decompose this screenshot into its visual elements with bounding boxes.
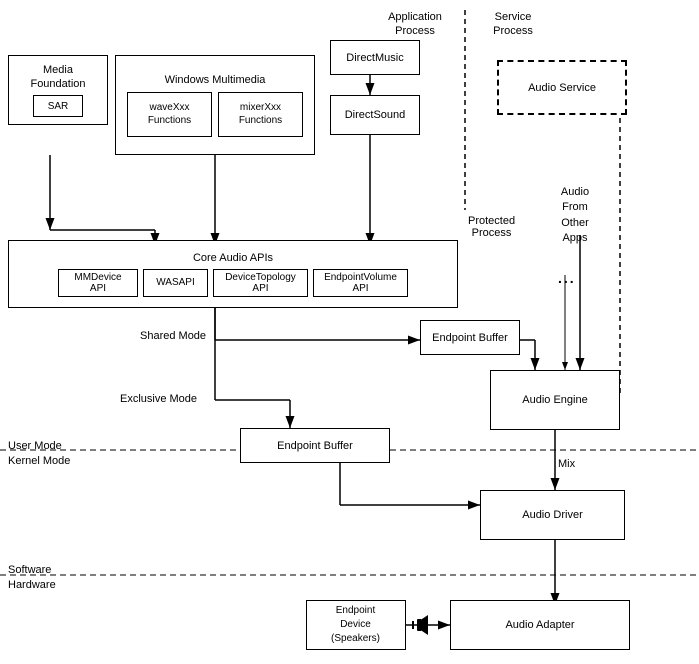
mixerxxx-box: mixerXxxFunctions	[218, 92, 303, 137]
service-process-label: ServiceProcess	[468, 10, 558, 39]
windows-multimedia-box: Windows Multimedia waveXxxFunctions mixe…	[115, 55, 315, 155]
endpoint-volume-box: EndpointVolumeAPI	[313, 269, 408, 297]
device-topology-box: DeviceTopologyAPI	[213, 269, 308, 297]
endpoint-device-area: EndpointDevice(Speakers)	[300, 600, 435, 650]
media-foundation-box: MediaFoundation SAR	[8, 55, 108, 125]
mix-label: Mix	[558, 458, 575, 470]
software-label: Software	[8, 564, 51, 576]
exclusive-mode-label: Exclusive Mode	[120, 393, 197, 405]
kernel-mode-label: Kernel Mode	[8, 455, 70, 467]
hardware-label: Hardware	[8, 579, 56, 591]
endpoint-device-box: EndpointDevice(Speakers)	[306, 600, 406, 650]
sar-box: SAR	[33, 95, 83, 117]
wasapi-box: WASAPI	[143, 269, 208, 297]
user-mode-label: User Mode	[8, 440, 62, 452]
audio-engine-box: Audio Engine	[490, 370, 620, 430]
core-audio-apis-box: Core Audio APIs MMDeviceAPI WASAPI Devic…	[8, 240, 458, 308]
speaker-icon	[410, 611, 430, 639]
ellipsis-label: ...	[558, 270, 576, 286]
protected-process-label: ProtectedProcess	[468, 215, 515, 239]
audio-driver-box: Audio Driver	[480, 490, 625, 540]
audio-adapter-box: Audio Adapter	[450, 600, 630, 650]
endpoint-buffer-shared-box: Endpoint Buffer	[420, 320, 520, 355]
architecture-diagram: ApplicationProcess ServiceProcess MediaF…	[0, 0, 699, 664]
mmdevice-box: MMDeviceAPI	[58, 269, 138, 297]
wavexxx-box: waveXxxFunctions	[127, 92, 212, 137]
endpoint-buffer-exclusive-box: Endpoint Buffer	[240, 428, 390, 463]
shared-mode-label: Shared Mode	[140, 330, 206, 342]
audio-service-box: Audio Service	[497, 60, 627, 115]
app-process-label: ApplicationProcess	[370, 10, 460, 39]
audio-from-other-apps-label: AudioFromOtherApps	[540, 185, 610, 247]
directsound-box: DirectSound	[330, 95, 420, 135]
directmusic-box: DirectMusic	[330, 40, 420, 75]
